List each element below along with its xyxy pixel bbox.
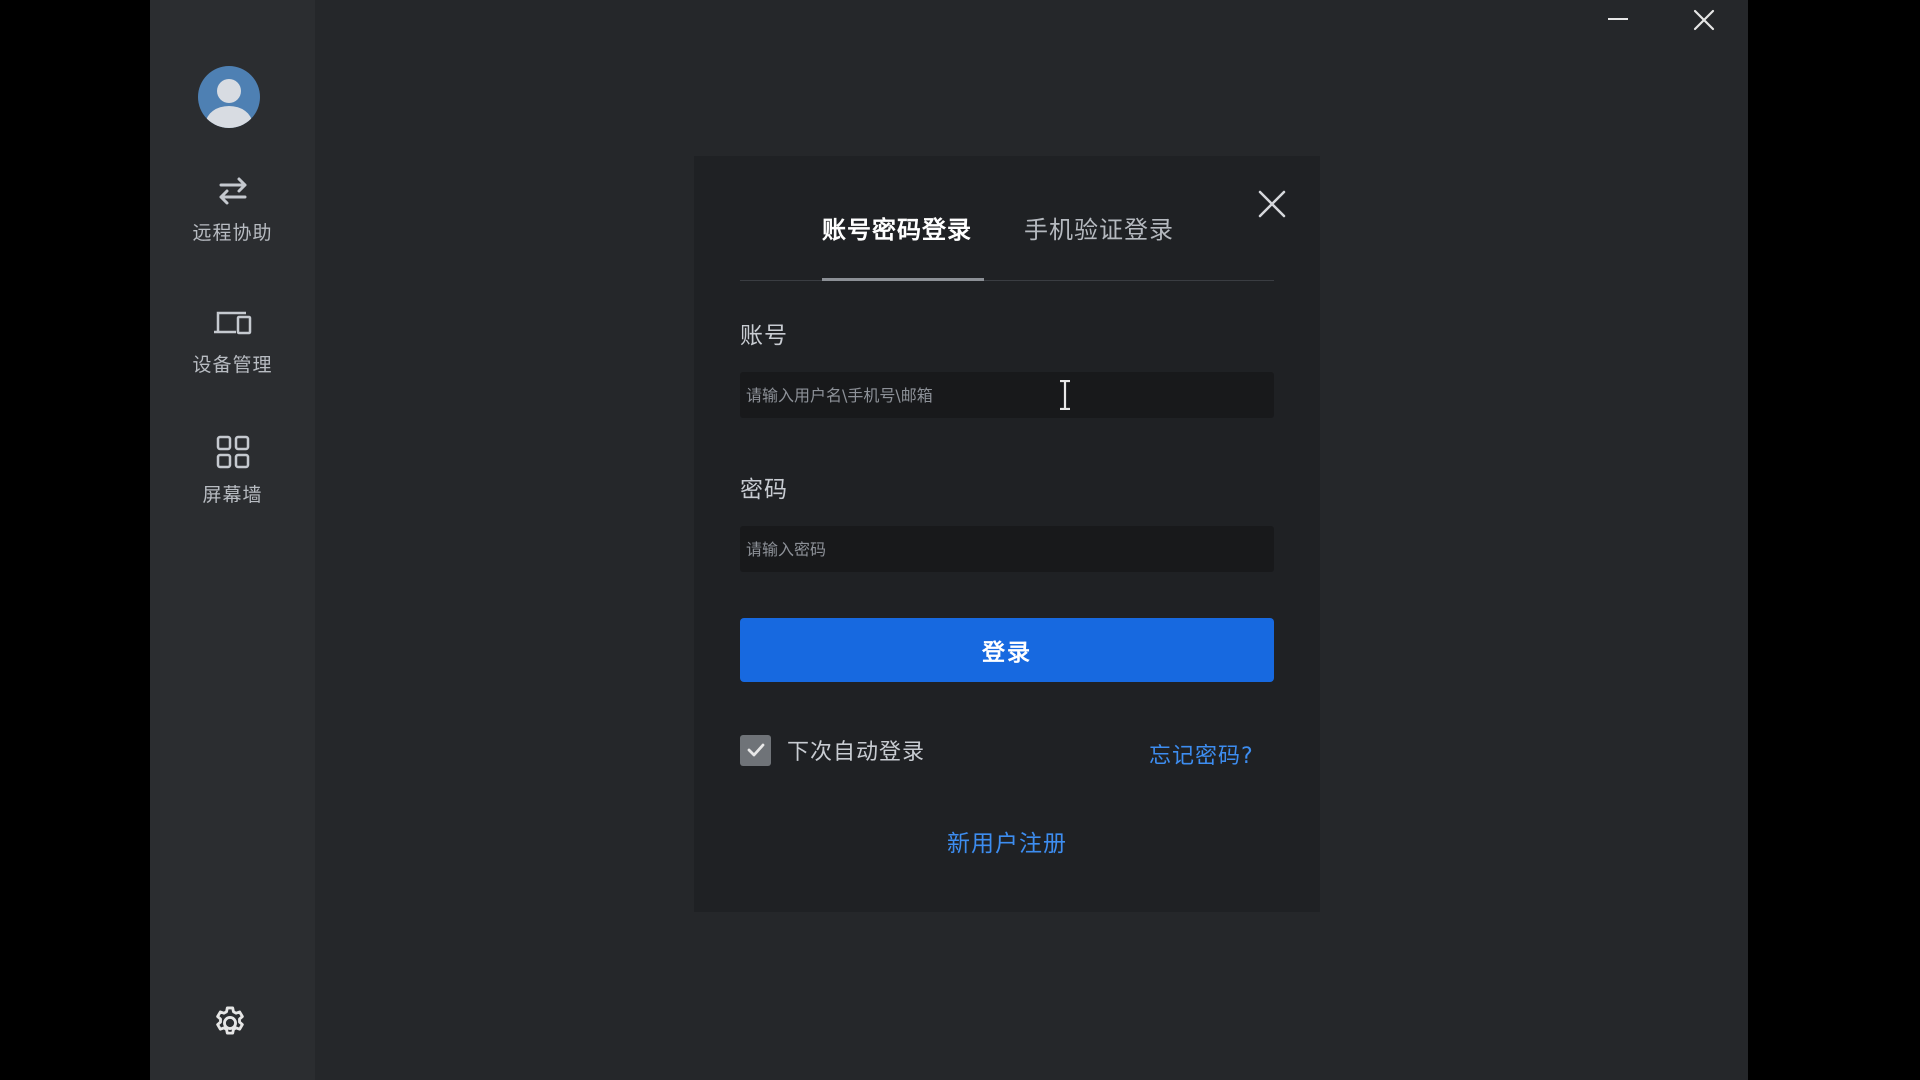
- user-avatar-icon[interactable]: [198, 66, 260, 128]
- tab-phone-verification-login[interactable]: 手机验证登录: [1024, 210, 1174, 245]
- account-label: 账号: [740, 323, 788, 349]
- login-dialog: 账号密码登录 手机验证登录 账号 密码 登录 下次自动登录 忘记密码?: [694, 156, 1320, 912]
- dialog-close-icon[interactable]: [1252, 184, 1292, 224]
- grid-icon: [211, 430, 255, 474]
- app-window: 远程协助 设备管理 屏幕墙 账号密码登录 手机验证登录 账号 请输入用户名\手机…: [150, 0, 1748, 1080]
- sidebar-item-label: 远程协助: [192, 222, 273, 244]
- avatar-body: [206, 106, 252, 128]
- gear-icon[interactable]: [210, 1003, 250, 1043]
- auto-login-label: 下次自动登录: [787, 740, 926, 765]
- minimize-icon[interactable]: [1600, 2, 1636, 38]
- forgot-password-link[interactable]: 忘记密码?: [1149, 738, 1254, 770]
- close-icon[interactable]: [1686, 2, 1722, 38]
- active-tab-indicator: [822, 278, 984, 281]
- account-input[interactable]: [740, 372, 1274, 418]
- sidebar-item-label: 设备管理: [192, 354, 273, 376]
- swap-arrows-icon: [211, 168, 255, 212]
- avatar-head: [217, 79, 241, 103]
- login-button[interactable]: 登录: [740, 618, 1274, 682]
- checkbox-checked-icon[interactable]: [740, 734, 771, 766]
- devices-icon: [211, 300, 255, 344]
- sidebar-item-screen-wall[interactable]: 屏幕墙: [150, 430, 315, 530]
- auto-login-checkbox[interactable]: 下次自动登录: [740, 734, 925, 766]
- sidebar-item-remote-assist[interactable]: 远程协助: [150, 168, 315, 268]
- sidebar: 远程协助 设备管理 屏幕墙: [150, 0, 315, 1080]
- tab-account-password-login[interactable]: 账号密码登录: [822, 210, 972, 245]
- register-link[interactable]: 新用户注册: [694, 824, 1320, 858]
- login-tabs: 账号密码登录 手机验证登录: [740, 156, 1274, 281]
- password-label: 密码: [740, 477, 788, 503]
- text-cursor-icon: [1060, 380, 1070, 410]
- sidebar-item-device-management[interactable]: 设备管理: [150, 300, 315, 400]
- sidebar-item-label: 屏幕墙: [202, 484, 263, 506]
- password-input[interactable]: [740, 526, 1274, 572]
